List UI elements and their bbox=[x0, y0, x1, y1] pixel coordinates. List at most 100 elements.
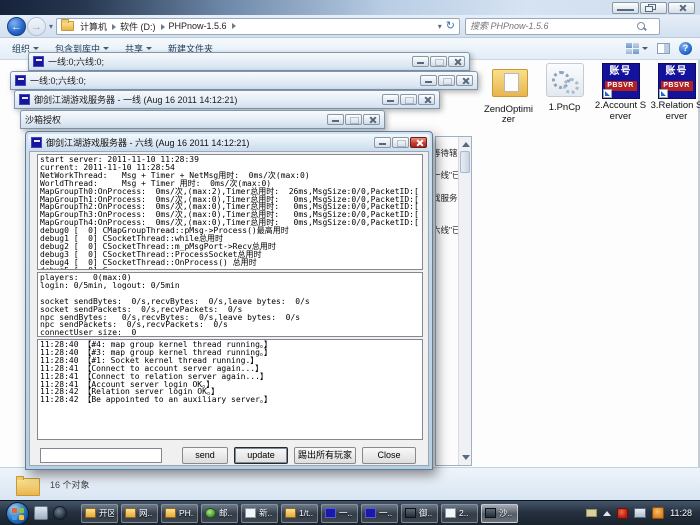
window-title: 御剑江湖游戏服务器 - 一线 (Aug 16 2011 14:12:21) bbox=[34, 93, 237, 106]
console-window-yixian[interactable]: 御剑江湖游戏服务器 - 一线 (Aug 16 2011 14:12:21) bbox=[14, 90, 440, 109]
tray-misc-icon[interactable] bbox=[586, 509, 597, 517]
explorer-restore-button[interactable] bbox=[640, 2, 667, 14]
shortcut-arrow-icon bbox=[603, 89, 612, 98]
file-item[interactable]: 账号 PBSVR 3.Relation Server bbox=[650, 60, 700, 126]
back-button[interactable]: ← bbox=[7, 17, 26, 36]
history-dropdown-icon[interactable]: ▾ bbox=[49, 22, 53, 31]
taskbar-button[interactable]: 网.. bbox=[121, 504, 158, 523]
scroll-up-icon[interactable] bbox=[462, 142, 470, 147]
taskbar-button[interactable]: 1/t.. bbox=[281, 504, 318, 523]
taskbar-button[interactable]: 新.. bbox=[241, 504, 278, 523]
minimize-button[interactable] bbox=[382, 94, 399, 105]
maximize-button[interactable] bbox=[400, 94, 417, 105]
maximize-button[interactable] bbox=[438, 75, 455, 86]
close-button[interactable] bbox=[456, 75, 473, 86]
file-icon bbox=[546, 63, 584, 97]
start-button[interactable] bbox=[6, 502, 29, 525]
kick-all-players-button[interactable]: 踢出所有玩家 bbox=[294, 447, 356, 464]
breadcrumb: 计算机软件 (D:)PHPnow-1.5.6 bbox=[78, 20, 238, 33]
close-dialog-button[interactable]: Close bbox=[362, 447, 416, 464]
taskbar-button[interactable]: 沙.. bbox=[481, 504, 518, 523]
search-icon[interactable] bbox=[636, 21, 647, 32]
explorer-status-bar: 16 个对象 bbox=[0, 467, 700, 500]
minimize-button[interactable] bbox=[327, 114, 344, 125]
console-window-1[interactable]: 一线:0;六线:0; bbox=[28, 52, 470, 71]
file-item[interactable]: ZendOptimizer bbox=[482, 60, 535, 126]
file-icon bbox=[490, 63, 528, 99]
maximize-button[interactable] bbox=[392, 137, 409, 148]
window-title: 御剑江湖游戏服务器 - 六线 (Aug 16 2011 14:12:21) bbox=[46, 136, 249, 149]
console-window-2[interactable]: 一线:0;六线:0; bbox=[10, 71, 478, 90]
address-bar[interactable]: 计算机软件 (D:)PHPnow-1.5.6 ▾ ↻ bbox=[56, 18, 460, 35]
address-dropdown-icon[interactable]: ▾ bbox=[438, 22, 442, 31]
taskbar-button-icon bbox=[205, 508, 216, 518]
taskbar-button-label: 御.. bbox=[419, 507, 432, 519]
sandbox-auth-window[interactable]: 沙箱授权 bbox=[20, 110, 385, 129]
scrollbar-thumb[interactable] bbox=[460, 151, 470, 173]
log-pane-stats: start server: 2011-11-10 11:28:39current… bbox=[37, 154, 423, 270]
taskbar-clock[interactable]: 11:28 bbox=[670, 508, 692, 518]
taskbar-button-label: 2.. bbox=[459, 508, 468, 518]
minimize-button[interactable] bbox=[420, 75, 437, 86]
explorer-minimize-button[interactable] bbox=[612, 2, 639, 14]
breadcrumb-item[interactable]: 软件 (D:) bbox=[118, 20, 167, 33]
taskbar-button-label: 开区 bbox=[99, 507, 114, 519]
taskbar-button[interactable]: PH.. bbox=[161, 504, 198, 523]
taskbar-button-label: 新.. bbox=[259, 507, 272, 519]
show-hidden-icons-arrow[interactable] bbox=[603, 511, 611, 516]
console-window-liuxian[interactable]: 御剑江湖游戏服务器 - 六线 (Aug 16 2011 14:12:21) st… bbox=[25, 131, 433, 470]
taskbar-button[interactable]: 御.. bbox=[401, 504, 438, 523]
close-button[interactable] bbox=[410, 137, 427, 148]
maximize-button[interactable] bbox=[345, 114, 362, 125]
taskbar-button[interactable]: 2.. bbox=[441, 504, 478, 523]
file-icon: 账号 PBSVR bbox=[658, 63, 696, 99]
views-button[interactable] bbox=[626, 43, 648, 54]
desktop-screen: ← → ▾ 计算机软件 (D:)PHPnow-1.5.6 ▾ ↻ 组织 bbox=[0, 0, 700, 525]
close-button[interactable] bbox=[363, 114, 380, 125]
minimize-button[interactable] bbox=[374, 137, 391, 148]
minimize-button[interactable] bbox=[412, 56, 429, 67]
refresh-icon[interactable]: ↻ bbox=[446, 21, 455, 31]
file-item[interactable]: 1.PnCp bbox=[538, 60, 591, 126]
windows-flag-icon bbox=[12, 508, 17, 513]
quick-launch-clock-icon[interactable] bbox=[53, 506, 67, 520]
explorer-close-button[interactable] bbox=[668, 2, 695, 14]
taskbar-button[interactable]: 一.. bbox=[361, 504, 398, 523]
forward-button[interactable]: → bbox=[27, 17, 46, 36]
scroll-down-icon[interactable] bbox=[462, 455, 470, 460]
file-icon-text-top: 账号 bbox=[603, 64, 639, 79]
close-button[interactable] bbox=[418, 94, 435, 105]
file-label: ZendOptimizer bbox=[482, 105, 535, 126]
window-titlebar[interactable]: 御剑江湖游戏服务器 - 六线 (Aug 16 2011 14:12:21) bbox=[28, 134, 430, 151]
taskbar-button-icon bbox=[85, 508, 96, 518]
app-icon bbox=[19, 94, 30, 105]
maximize-button[interactable] bbox=[430, 56, 447, 67]
file-icon-text-top: 账号 bbox=[659, 64, 695, 79]
tray-user-icon[interactable] bbox=[652, 507, 664, 519]
chevron-down-icon bbox=[33, 47, 39, 50]
taskbar-button-label: 一.. bbox=[339, 507, 352, 519]
command-input[interactable] bbox=[40, 448, 162, 463]
taskbar-button-label: 邮.. bbox=[219, 507, 232, 519]
taskbar-button[interactable]: 开区 bbox=[81, 504, 118, 523]
taskbar-button-icon bbox=[285, 508, 296, 518]
send-button[interactable]: send bbox=[182, 447, 228, 464]
preview-pane-button[interactable] bbox=[657, 43, 670, 54]
taskbar-button[interactable]: 一.. bbox=[321, 504, 358, 523]
taskbar-button[interactable]: 邮.. bbox=[201, 504, 238, 523]
breadcrumb-item[interactable]: 计算机 bbox=[78, 20, 118, 33]
taskbar-button-label: 沙.. bbox=[499, 507, 512, 519]
quick-launch-monitor-icon[interactable] bbox=[34, 506, 48, 520]
dialog-client-area: start server: 2011-11-10 11:28:39current… bbox=[29, 151, 429, 466]
breadcrumb-item[interactable]: PHPnow-1.5.6 bbox=[167, 21, 238, 31]
search-input[interactable] bbox=[466, 21, 636, 31]
file-item[interactable]: 账号 PBSVR 2.Account Server bbox=[594, 60, 647, 126]
tray-flash-icon[interactable] bbox=[617, 508, 628, 519]
tray-network-icon[interactable] bbox=[634, 508, 646, 518]
close-button[interactable] bbox=[448, 56, 465, 67]
help-button[interactable]: ? bbox=[679, 42, 692, 55]
update-button[interactable]: update bbox=[234, 447, 288, 464]
scrollbar[interactable] bbox=[458, 137, 471, 465]
taskbar-button-icon bbox=[405, 508, 416, 518]
explorer-address-row: ← → ▾ 计算机软件 (D:)PHPnow-1.5.6 ▾ ↻ bbox=[0, 15, 700, 38]
